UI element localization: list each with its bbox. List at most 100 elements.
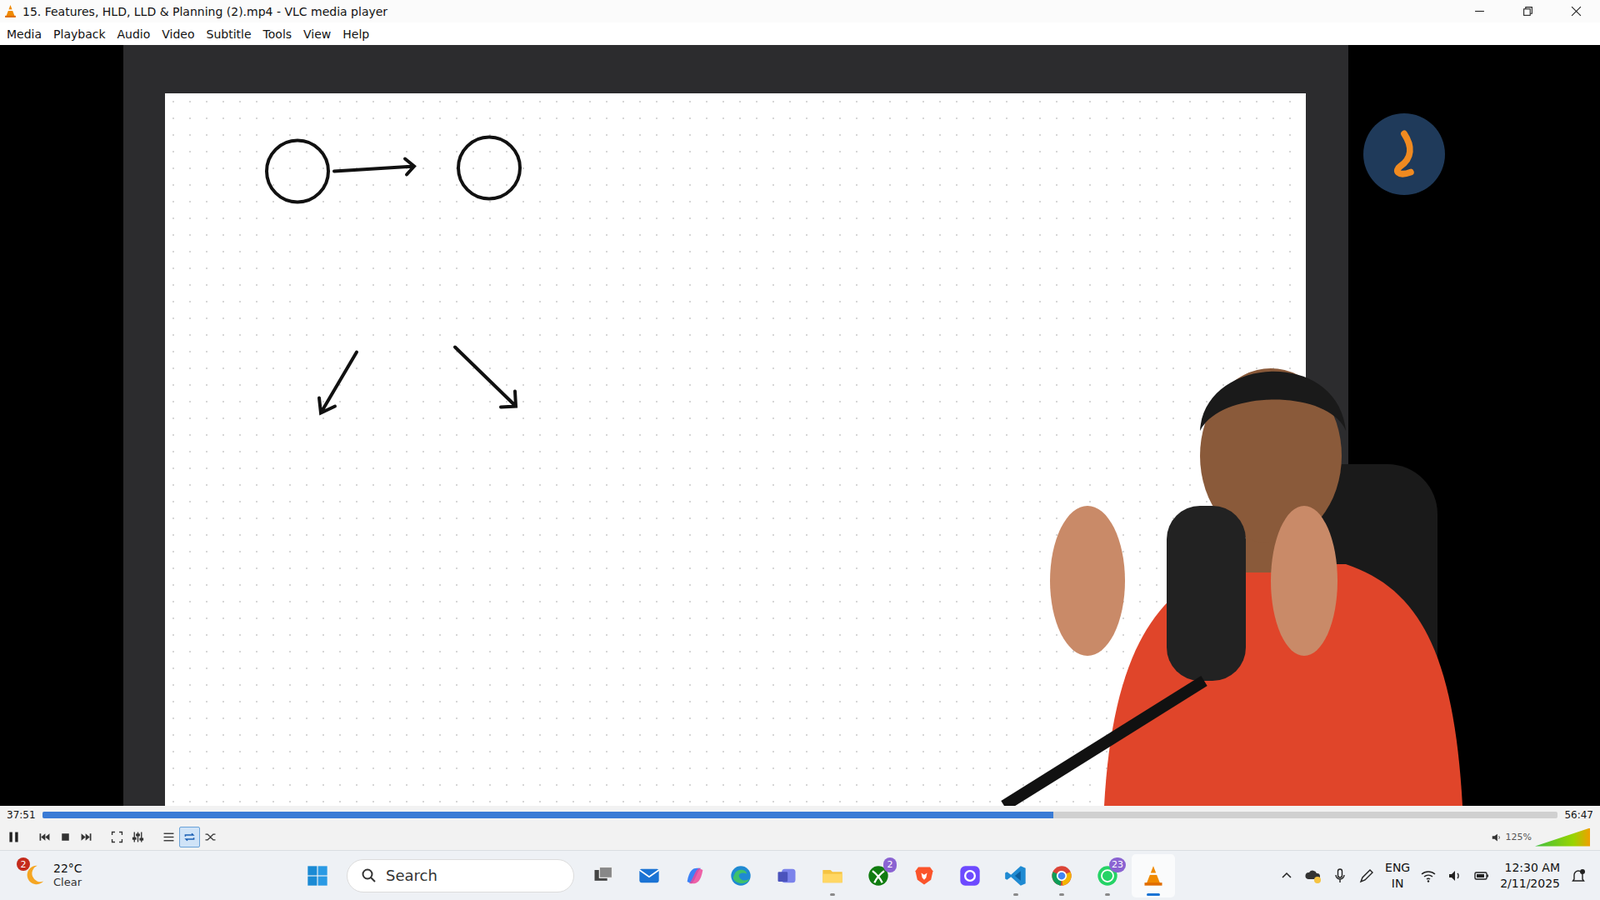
shuffle-icon xyxy=(203,830,218,845)
minimize-button[interactable] xyxy=(1455,0,1504,23)
extended-button[interactable] xyxy=(127,826,149,848)
playlist-icon xyxy=(161,830,176,845)
video-frame[interactable] xyxy=(0,45,1600,806)
wifi-icon[interactable] xyxy=(1420,867,1437,885)
weather-icon-wrap: 2 xyxy=(21,862,47,888)
fullscreen-icon xyxy=(110,830,125,845)
restore-button[interactable] xyxy=(1503,0,1552,23)
chrome-taskbar-button[interactable] xyxy=(1040,854,1084,898)
search-placeholder: Search xyxy=(385,866,438,885)
volume-icon[interactable] xyxy=(1446,867,1464,885)
battery-icon[interactable] xyxy=(1473,867,1490,885)
edge-icon xyxy=(729,864,753,888)
chevron-up-icon[interactable] xyxy=(1278,867,1295,885)
running-indicator xyxy=(1146,893,1160,896)
channel-logo-icon xyxy=(1363,113,1445,195)
window-title: 15. Features, HLD, LLD & Planning (2).mp… xyxy=(22,5,388,19)
volume-slider[interactable] xyxy=(1535,828,1590,847)
weather-badge: 2 xyxy=(16,857,30,871)
next-icon xyxy=(79,830,94,845)
menu-item[interactable]: Tools xyxy=(258,25,298,43)
playlist-button[interactable] xyxy=(158,826,180,848)
pause-icon xyxy=(6,830,21,845)
copilot-icon xyxy=(683,864,707,888)
teams-icon xyxy=(775,864,799,888)
running-indicator xyxy=(1105,893,1110,896)
notification-icon[interactable] xyxy=(1570,867,1587,885)
running-indicator xyxy=(1013,893,1019,896)
cloud-warning-icon[interactable] xyxy=(1305,867,1322,885)
vscode-taskbar-button[interactable] xyxy=(994,854,1038,898)
copilot-taskbar-button[interactable] xyxy=(673,854,717,898)
windows-logo-icon xyxy=(305,864,330,888)
player-controls: 37:51 56:47 125% xyxy=(0,805,1600,850)
vscode-icon xyxy=(1004,864,1028,888)
next-button[interactable] xyxy=(75,826,97,848)
pause-button[interactable] xyxy=(3,826,25,848)
weather-condition: Clear xyxy=(53,875,83,890)
window-controls xyxy=(1455,0,1600,23)
shuffle-button[interactable] xyxy=(200,826,221,848)
stop-button[interactable] xyxy=(55,826,76,848)
teams-taskbar-button[interactable] xyxy=(765,854,809,898)
language-indicator[interactable]: ENGIN xyxy=(1385,860,1410,890)
brave-taskbar-button[interactable] xyxy=(902,854,946,898)
loop-button[interactable] xyxy=(179,826,200,848)
title-bar: 15. Features, HLD, LLD & Planning (2).mp… xyxy=(0,0,1600,23)
weather-widget[interactable]: 222°CClear xyxy=(0,861,296,889)
previous-icon xyxy=(37,830,52,845)
weather-text: 22°CClear xyxy=(53,861,83,889)
explorer-taskbar-button[interactable] xyxy=(810,854,855,898)
volume-reading: 125% xyxy=(1505,831,1532,843)
seek-bar[interactable] xyxy=(42,811,1559,819)
pen-icon[interactable] xyxy=(1358,867,1375,885)
menu-item[interactable]: Help xyxy=(337,25,375,43)
app-badge: 23 xyxy=(1109,857,1126,873)
mail-taskbar-button[interactable] xyxy=(627,854,671,898)
menu-item[interactable]: Video xyxy=(156,25,200,43)
taskview-taskbar-button[interactable] xyxy=(581,854,625,898)
volume-fill xyxy=(1535,828,1590,847)
menu-item[interactable]: Playback xyxy=(48,25,110,43)
region-code: IN xyxy=(1391,875,1405,891)
menu-bar: MediaPlaybackAudioVideoSubtitleToolsView… xyxy=(0,22,1600,45)
language-code: ENG xyxy=(1385,860,1410,875)
extended-icon xyxy=(130,830,145,845)
search-box[interactable]: Search xyxy=(346,859,575,893)
video-toolbar-strip xyxy=(123,45,1349,94)
menu-item[interactable]: Media xyxy=(1,25,47,43)
menu-item[interactable]: Subtitle xyxy=(201,25,257,43)
menu-item[interactable]: Audio xyxy=(112,25,156,43)
fullscreen-button[interactable] xyxy=(106,826,128,848)
brave-icon xyxy=(912,864,936,888)
clock[interactable]: 12:30 AM2/11/2025 xyxy=(1500,860,1560,890)
xbox-taskbar-button[interactable]: 2 xyxy=(856,854,900,898)
microphone-icon[interactable] xyxy=(1331,867,1349,885)
vlc-taskbar-button[interactable] xyxy=(1131,854,1175,898)
start-button[interactable] xyxy=(295,854,340,898)
close-button[interactable] xyxy=(1551,0,1600,23)
proton-icon xyxy=(958,864,982,888)
proton-taskbar-button[interactable] xyxy=(948,854,992,898)
total-time: 56:47 xyxy=(1564,809,1594,821)
close-icon xyxy=(1570,5,1582,17)
loop-icon xyxy=(182,830,197,845)
vlc-icon xyxy=(1141,864,1165,888)
elapsed-time: 37:51 xyxy=(6,809,36,821)
taskbar: 222°CClearSearch223ENGIN12:30 AM2/11/202… xyxy=(0,850,1600,900)
clock-date: 2/11/2025 xyxy=(1500,875,1560,891)
edge-taskbar-button[interactable] xyxy=(719,854,763,898)
previous-button[interactable] xyxy=(34,826,55,848)
presenter-figure xyxy=(954,339,1471,806)
taskbar-apps: Search 2 23 xyxy=(295,854,1175,898)
seek-fill xyxy=(42,811,1054,819)
speaker-icon[interactable] xyxy=(1490,831,1503,844)
whatsapp-taskbar-button[interactable]: 23 xyxy=(1085,854,1130,898)
stop-icon xyxy=(58,830,73,845)
running-indicator xyxy=(830,893,835,896)
search-icon xyxy=(360,867,378,885)
app-badge: 2 xyxy=(883,857,897,873)
weather-temperature: 22°C xyxy=(53,861,83,876)
menu-item[interactable]: View xyxy=(298,25,336,43)
minimize-icon xyxy=(1474,5,1485,17)
